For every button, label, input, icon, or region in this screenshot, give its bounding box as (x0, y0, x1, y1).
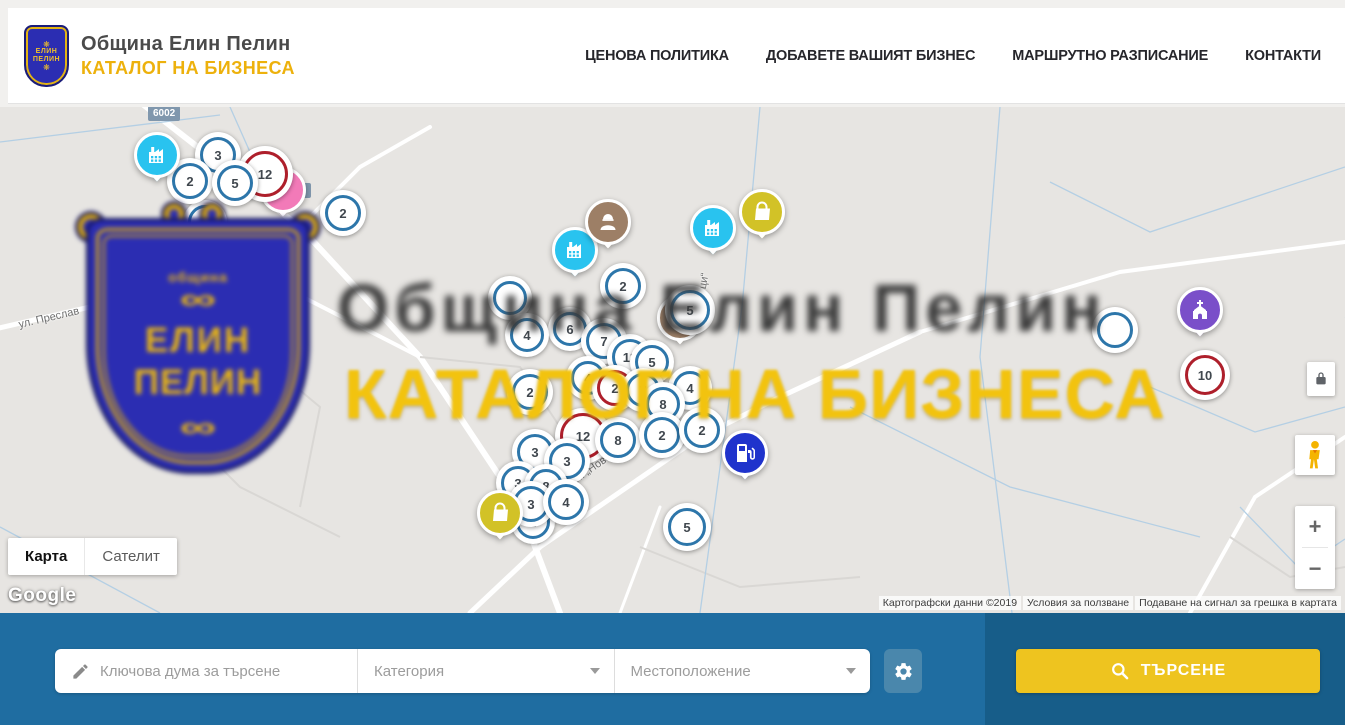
fuel-pump-icon (733, 441, 757, 465)
cluster-marker[interactable]: 4 (505, 313, 549, 357)
shopping-bag-icon (488, 501, 512, 525)
site-subtitle: КАТАЛОГ НА БИЗНЕСА (81, 58, 295, 79)
lock-icon (1313, 371, 1329, 387)
road-number-badge: 6002 (148, 107, 180, 121)
cluster-marker[interactable]: 5 (665, 285, 715, 335)
cluster-marker[interactable] (183, 200, 227, 244)
advanced-settings-button[interactable] (884, 649, 922, 693)
attribution-text: Картографски данни ©2019 (879, 596, 1021, 610)
cluster-marker[interactable]: 2 (639, 412, 685, 458)
category-select[interactable]: Категория (358, 649, 614, 693)
factory-pin[interactable] (134, 132, 180, 192)
attribution-link[interactable]: Подаване на сигнал за грешка в картата (1135, 596, 1341, 610)
nav-add-your-business[interactable]: ДОБАВЕТЕ ВАШИЯТ БИЗНЕС (766, 48, 975, 64)
search-field-group: Категория Местоположение (55, 649, 870, 693)
crest-ornament: ❋ (43, 41, 50, 48)
chevron-down-icon (590, 668, 600, 674)
site-header: ❋ ЕЛИН ПЕЛИН ❋ Община Елин Пелин КАТАЛОГ… (8, 8, 1345, 104)
crest-ornament2: ❋ (43, 64, 50, 71)
attribution-link[interactable]: Условия за ползване (1023, 596, 1133, 610)
shopping-bag-icon (750, 200, 774, 224)
cluster-marker[interactable]: 2 (507, 369, 553, 415)
zoom-out-button[interactable]: − (1295, 548, 1335, 589)
factory-icon (701, 216, 725, 240)
search-button-label: ТЪРСЕНЕ (1141, 662, 1226, 680)
pegman-icon (1302, 440, 1328, 470)
category-placeholder: Категория (374, 663, 444, 680)
cluster-marker[interactable] (1092, 307, 1138, 353)
cluster-marker[interactable]: 2 (600, 263, 646, 309)
google-map[interactable]: община ∞ ЕЛИН ПЕЛИН ∞ Община Елин Пелин … (0, 107, 1345, 613)
shopping-bag-pin[interactable] (477, 490, 523, 550)
search-button[interactable]: ТЪРСЕНЕ (1016, 649, 1320, 693)
municipality-crest: ❋ ЕЛИН ПЕЛИН ❋ (24, 25, 69, 87)
nav-contacts[interactable]: КОНТАКТИ (1245, 48, 1321, 64)
church-pin[interactable] (1177, 287, 1223, 347)
church-icon (1188, 298, 1212, 322)
zoom-control: + − (1295, 506, 1335, 589)
worker-pin[interactable] (585, 199, 631, 259)
cluster-marker[interactable]: 2 (679, 407, 725, 453)
site-logo[interactable]: ❋ ЕЛИН ПЕЛИН ❋ Община Елин Пелин КАТАЛОГ… (24, 25, 295, 87)
cluster-marker[interactable]: 10 (1180, 350, 1230, 400)
nav-route-schedule[interactable]: МАРШРУТНО РАЗПИСАНИЕ (1012, 48, 1208, 64)
search-icon (1110, 661, 1130, 681)
factory-icon (145, 143, 169, 167)
map-type-control: Карта Сателит (8, 538, 177, 575)
location-placeholder: Местоположение (631, 663, 751, 680)
cluster-marker[interactable]: 5 (212, 160, 258, 206)
keyword-input[interactable] (100, 663, 340, 680)
map-type-satellite-button[interactable]: Сателит (84, 538, 177, 575)
pencil-icon (71, 662, 90, 681)
shopping-bag-pin[interactable] (739, 189, 785, 249)
site-title: Община Елин Пелин (81, 33, 295, 56)
gear-icon (893, 661, 914, 682)
zoom-in-button[interactable]: + (1295, 506, 1335, 547)
cluster-marker[interactable]: 2 (320, 190, 366, 236)
lock-button[interactable] (1307, 362, 1335, 396)
nav-pricing-policy[interactable]: ЦЕНОВА ПОЛИТИКА (585, 48, 729, 64)
cluster-marker[interactable]: 8 (595, 417, 641, 463)
google-logo[interactable]: Google (8, 585, 76, 607)
location-select[interactable]: Местоположение (615, 649, 871, 693)
cluster-marker[interactable]: 5 (663, 503, 711, 551)
street-view-pegman[interactable] (1295, 435, 1335, 475)
map-attribution: Картографски данни ©2019Условия за ползв… (879, 596, 1341, 610)
keyword-section (55, 649, 357, 693)
factory-icon (563, 238, 587, 262)
main-nav: ЦЕНОВА ПОЛИТИКА ДОБАВЕТЕ ВАШИЯТ БИЗНЕС М… (585, 48, 1321, 64)
search-panel: Категория Местоположение ТЪРСЕНЕ (0, 613, 1345, 725)
factory-pin[interactable] (690, 205, 736, 265)
worker-icon (596, 210, 620, 234)
map-type-map-button[interactable]: Карта (8, 538, 84, 575)
cluster-marker[interactable]: 4 (543, 479, 589, 525)
crest-line1: ЕЛИН (36, 48, 58, 56)
chevron-down-icon (846, 668, 856, 674)
fuel-pin[interactable] (722, 430, 768, 490)
